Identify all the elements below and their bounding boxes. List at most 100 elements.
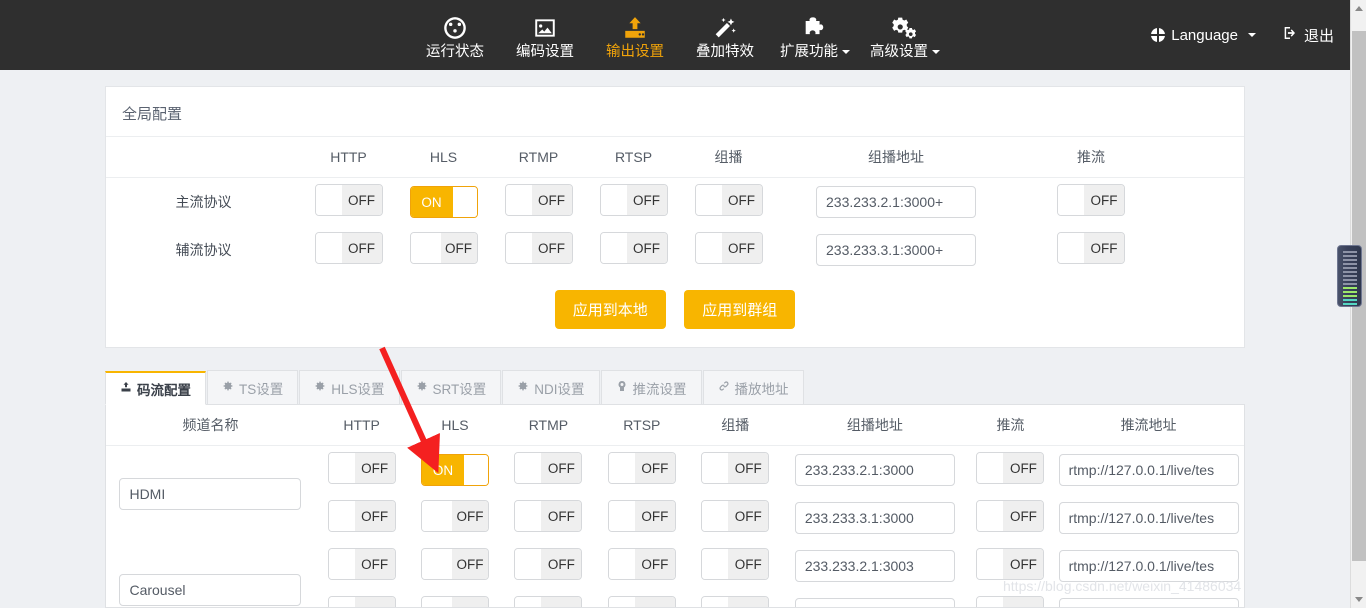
stream-toggle-http-carousel-secondary[interactable]: OFF — [327, 596, 396, 607]
global-toggle-rtsp-secondary[interactable]: OFF — [599, 232, 668, 264]
stream-toggle-rtsp-carousel-primary[interactable]: OFF — [607, 548, 676, 580]
stream-toggle-multicast-carousel-primary[interactable]: OFF — [701, 548, 770, 580]
toggle-knob — [702, 501, 729, 531]
global-multicast-address-primary[interactable] — [816, 186, 976, 218]
global-toggle-hls-primary[interactable]: ON — [409, 186, 478, 218]
scrollbar-drag-cursor[interactable] — [1337, 245, 1362, 307]
push-address-hdmi-secondary[interactable] — [1058, 502, 1239, 534]
tab-label: 推流设置 — [632, 381, 687, 397]
tab-hls-settings[interactable]: HLS设置 — [299, 370, 400, 404]
global-toggle-push-primary[interactable]: OFF — [1057, 184, 1125, 216]
global-toggle-hls-secondary[interactable]: OFF — [409, 232, 478, 264]
stream-toggle-rtsp-hdmi-secondary[interactable]: OFF — [607, 500, 676, 532]
scrollbar-up-arrow[interactable] — [1351, 0, 1366, 17]
multicast-address-carousel-primary[interactable] — [794, 550, 955, 582]
global-toggle-rtsp-primary[interactable]: OFF — [599, 184, 668, 216]
toggle-label: OFF — [341, 233, 382, 263]
stream-toggle-push-carousel-secondary[interactable]: OFF — [976, 596, 1045, 607]
apply-to-group-button[interactable]: 应用到群组 — [684, 290, 796, 329]
chevron-up-icon — [1355, 6, 1363, 11]
stream-toggle-push-carousel-primary[interactable]: OFF — [976, 548, 1045, 580]
toggle-knob — [515, 597, 542, 607]
toggle-knob — [977, 501, 1004, 531]
toggle-knob — [608, 453, 635, 483]
toggle-knob — [1058, 185, 1084, 215]
watermark-text: https://blog.csdn.net/weixin_41486034 — [1003, 578, 1242, 594]
nav-item-running-status[interactable]: 运行状态 — [410, 0, 500, 70]
global-toggle-multicast-secondary[interactable]: OFF — [694, 232, 763, 264]
language-menu[interactable]: Language — [1151, 27, 1256, 44]
col-rtmp: RTMP — [501, 405, 596, 446]
col-http: HTTP — [301, 137, 396, 178]
stream-toggle-http-carousel-primary[interactable]: OFF — [327, 548, 396, 580]
tab-play-address[interactable]: 播放地址 — [702, 370, 804, 404]
nav-item-extended-functions[interactable]: 扩展功能 — [770, 0, 860, 70]
tab-ts-settings[interactable]: TS设置 — [207, 370, 299, 404]
stream-toggle-hls-carousel-secondary[interactable]: OFF — [421, 596, 490, 607]
stream-toggle-rtmp-carousel-primary[interactable]: OFF — [514, 548, 583, 580]
magic-wand-icon — [712, 11, 738, 41]
push-address-hdmi-primary[interactable] — [1058, 454, 1239, 486]
global-toggle-rtmp-secondary[interactable]: OFF — [504, 232, 573, 264]
stream-toggle-rtmp-hdmi-primary[interactable]: OFF — [514, 452, 583, 484]
nav-item-output-settings[interactable]: 输出设置 — [590, 0, 680, 70]
toggle-knob — [452, 187, 477, 217]
stream-toggle-multicast-hdmi-primary[interactable]: OFF — [701, 452, 770, 484]
multicast-address-carousel-secondary[interactable] — [794, 598, 955, 607]
stream-toggle-rtsp-hdmi-primary[interactable]: OFF — [607, 452, 676, 484]
stream-toggle-multicast-hdmi-secondary[interactable]: OFF — [701, 500, 770, 532]
stream-toggle-rtmp-hdmi-secondary[interactable]: OFF — [514, 500, 583, 532]
stream-toggle-push-hdmi-secondary[interactable]: OFF — [976, 500, 1045, 532]
tab-ndi-settings[interactable]: NDI设置 — [502, 370, 600, 404]
puzzle-icon — [802, 11, 828, 41]
stream-toggle-multicast-carousel-secondary[interactable]: OFF — [701, 596, 770, 607]
stream-toggle-hls-carousel-primary[interactable]: OFF — [421, 548, 490, 580]
col-multicast-addr: 组播地址 — [781, 405, 968, 446]
toggle-label: OFF — [1003, 597, 1044, 607]
channel-name-input-hdmi[interactable] — [119, 478, 302, 510]
channel-name-input-carousel[interactable] — [119, 574, 302, 606]
language-label: Language — [1171, 26, 1238, 44]
multicast-address-hdmi-primary[interactable] — [794, 454, 955, 486]
toggle-label: OFF — [354, 453, 395, 483]
stream-toggle-rtmp-carousel-secondary[interactable]: OFF — [514, 596, 583, 607]
col-blank — [106, 137, 301, 178]
multicast-address-hdmi-secondary[interactable] — [794, 502, 955, 534]
apply-to-local-button[interactable]: 应用到本地 — [554, 290, 666, 329]
toggle-label: OFF — [541, 597, 582, 607]
global-multicast-address-secondary[interactable] — [816, 234, 976, 266]
global-row-primary-protocol: 主流协议 OFF ON OFF OFF OFF OFF — [106, 178, 1244, 227]
bar — [1343, 279, 1357, 281]
tab-push-settings[interactable]: 推流设置 — [600, 370, 702, 404]
logout-button[interactable]: 退出 — [1282, 25, 1334, 46]
nav-item-encoding-settings[interactable]: 编码设置 — [500, 0, 590, 70]
scrollbar-down-arrow[interactable] — [1351, 591, 1366, 608]
stream-toggle-http-hdmi-primary[interactable]: OFF — [327, 452, 396, 484]
stream-toggle-hls-hdmi-secondary[interactable]: OFF — [421, 500, 490, 532]
toggle-knob — [505, 185, 532, 215]
global-toggle-http-secondary[interactable]: OFF — [314, 232, 383, 264]
nav-label: 高级设置 — [870, 45, 940, 60]
stream-toggle-hls-hdmi-primary[interactable]: ON — [421, 454, 490, 486]
nav-item-overlay-effects[interactable]: 叠加特效 — [680, 0, 770, 70]
tab-srt-settings[interactable]: SRT设置 — [400, 370, 502, 404]
stream-toggle-push-hdmi-primary[interactable]: OFF — [976, 452, 1045, 484]
toggle-knob — [328, 597, 355, 607]
stream-toggle-http-hdmi-secondary[interactable]: OFF — [327, 500, 396, 532]
nav-item-advanced-settings[interactable]: 高级设置 — [860, 0, 950, 70]
nav-label: 编码设置 — [516, 43, 574, 60]
logout-icon — [1282, 25, 1298, 45]
global-toggle-multicast-primary[interactable]: OFF — [694, 184, 763, 216]
global-toggle-rtmp-primary[interactable]: OFF — [504, 184, 573, 216]
global-toggle-http-primary[interactable]: OFF — [314, 184, 383, 216]
push-address-carousel-secondary[interactable] — [1058, 598, 1239, 607]
tab-stream-config[interactable]: 码流配置 — [105, 371, 206, 405]
stream-toggle-rtsp-carousel-secondary[interactable]: OFF — [607, 596, 676, 607]
toggle-knob — [422, 597, 453, 607]
global-toggle-push-secondary[interactable]: OFF — [1057, 232, 1125, 264]
logout-label: 退出 — [1303, 27, 1334, 45]
toggle-label: OFF — [721, 233, 762, 263]
global-config-title: 全局配置 — [106, 87, 1244, 137]
toggle-label: OFF — [1003, 501, 1044, 531]
toggle-label: OFF — [354, 597, 395, 607]
